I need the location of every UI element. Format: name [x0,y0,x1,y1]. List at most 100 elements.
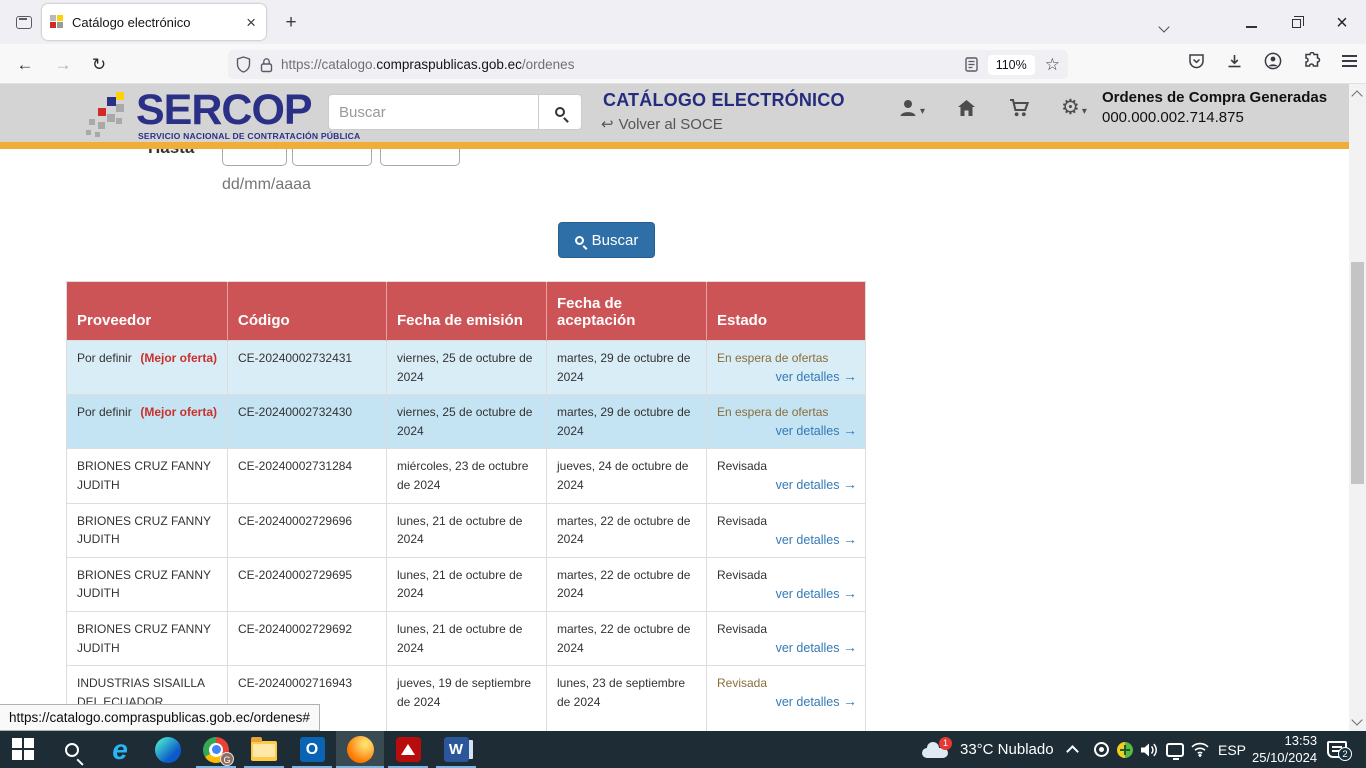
scroll-up-arrow[interactable] [1351,90,1362,101]
browser-toolbar: ← → ↻ https://catalogo.compraspublicas.g… [0,44,1366,84]
scroll-down-arrow[interactable] [1351,714,1362,725]
catalog-search-input[interactable] [328,94,538,130]
url-bar[interactable]: https://catalogo.compraspublicas.gob.ec/… [228,50,1068,79]
page-content: Hasta dd/mm/aaaa Buscar Proveedor Código… [0,84,1349,768]
ver-detalles-link[interactable]: ver detalles → [776,420,857,442]
browser-tab[interactable]: Catálogo electrónico × [42,4,266,40]
ver-detalles-link[interactable]: ver detalles → [776,583,857,605]
col-proveedor: Proveedor [67,282,228,341]
tab-list-chevron-icon[interactable] [1160,18,1172,30]
bookmark-star-icon[interactable]: ☆ [1045,55,1060,75]
arrow-right-icon: → [843,368,857,384]
shield-icon[interactable] [236,56,251,73]
firefox-view-button[interactable] [8,7,40,37]
status-badge: En espera de ofertas [717,351,828,365]
pocket-icon[interactable] [1188,53,1205,70]
buscar-button[interactable]: Buscar [558,222,655,258]
minimize-button[interactable] [1236,12,1266,34]
arrow-right-icon: → [843,422,857,438]
order-code: CE-20240002729696 [228,503,387,557]
emission-date: lunes, 21 de octubre de 2024 [387,557,547,611]
volver-al-soce-link[interactable]: ↩Volver al SOCE [601,115,723,133]
provider-name: BRIONES CRUZ FANNY JUDITH [67,449,228,503]
taskbar-outlook-button[interactable]: O [288,731,336,768]
downloads-icon[interactable] [1226,53,1243,70]
notification-badge: 2 [1338,747,1352,761]
ver-detalles-link[interactable]: ver detalles → [776,691,857,713]
search-icon [65,743,79,757]
sercop-subtitle: SERVICIO NACIONAL DE CONTRATACIÓN PÚBLIC… [138,131,328,141]
reload-button[interactable]: ↻ [86,52,112,78]
emission-date: lunes, 21 de octubre de 2024 [387,611,547,665]
extensions-puzzle-icon[interactable] [1303,52,1321,70]
vertical-scrollbar[interactable] [1349,84,1366,768]
tray-display-button[interactable] [1166,731,1184,768]
forward-button[interactable]: → [50,52,76,78]
arrow-right-icon: → [843,585,857,601]
tray-record-button[interactable] [1094,731,1109,768]
sercop-wordmark[interactable]: SERCOP [136,86,312,135]
tray-app-button[interactable] [1117,731,1133,768]
ver-detalles-link[interactable]: ver detalles → [776,474,857,496]
account-icon[interactable] [1264,52,1282,70]
taskbar-word-button[interactable]: W [432,731,480,768]
orders-generated-value: 000.000.002.714.875 [1102,109,1327,126]
emission-date: miércoles, 23 de octubre de 2024 [387,449,547,503]
taskbar-ie-button[interactable]: e [96,731,144,768]
scrollbar-thumb[interactable] [1351,262,1364,484]
zoom-level-button[interactable]: 110% [988,55,1035,75]
speaker-icon [1140,742,1159,758]
tab-title: Catálogo electrónico [72,15,244,30]
taskbar-firefox-button[interactable] [336,731,384,768]
menu-hamburger-icon[interactable] [1342,55,1357,67]
back-button[interactable]: ← [12,52,38,78]
taskbar-acrobat-button[interactable] [384,731,432,768]
taskbar-chrome-button[interactable]: G [192,731,240,768]
acrobat-icon [396,737,421,762]
tray-volume-button[interactable] [1140,731,1159,768]
new-tab-button[interactable]: + [278,10,304,36]
site-favicon-icon [50,15,64,29]
home-button[interactable] [956,98,977,118]
firefox-icon [347,736,374,763]
emission-date: viernes, 25 de octubre de 2024 [387,395,547,449]
sphere-icon [1117,742,1133,758]
taskbar-edge-button[interactable] [144,731,192,768]
monitor-icon [1166,743,1184,757]
window-close-button[interactable]: × [1327,12,1357,34]
tray-clock-button[interactable]: 13:5325/10/2024 [1252,731,1317,768]
weather-widget[interactable]: 1 33°C Nublado [922,731,1054,768]
table-header-row: Proveedor Código Fecha de emisión Fecha … [67,282,866,341]
order-code: CE-20240002732430 [228,395,387,449]
provider-name: BRIONES CRUZ FANNY JUDITH [67,557,228,611]
taskbar-search-button[interactable] [48,731,96,768]
return-icon: ↩ [601,115,614,133]
lock-icon[interactable] [260,57,273,73]
status-badge: Revisada [717,622,767,636]
status-badge: Revisada [717,568,767,582]
notification-center-button[interactable]: 2 [1327,731,1347,768]
restore-button[interactable] [1281,12,1311,34]
ver-detalles-link[interactable]: ver detalles → [776,637,857,659]
wifi-icon [1190,742,1210,757]
user-menu-button[interactable]: ▾ [898,98,925,118]
settings-menu-button[interactable]: ⚙▾ [1061,98,1087,118]
catalog-search-button[interactable] [538,94,582,130]
ver-detalles-link[interactable]: ver detalles → [776,366,857,388]
tray-overflow-button[interactable] [1068,731,1077,768]
taskbar-explorer-button[interactable] [240,731,288,768]
reader-mode-icon[interactable] [965,57,978,72]
cart-button[interactable] [1008,98,1030,118]
tab-close-icon[interactable]: × [244,14,258,31]
start-button[interactable] [0,731,48,768]
tray-language-button[interactable]: ESP [1218,731,1246,768]
order-code: CE-20240002729692 [228,611,387,665]
acceptance-date: martes, 29 de octubre de 2024 [547,395,707,449]
internet-explorer-icon: e [112,736,128,764]
tray-network-button[interactable] [1190,731,1210,768]
acceptance-date: martes, 22 de octubre de 2024 [547,557,707,611]
search-icon [575,236,584,245]
catalog-title: CATÁLOGO ELECTRÓNICO [603,90,845,111]
order-code: CE-20240002731284 [228,449,387,503]
ver-detalles-link[interactable]: ver detalles → [776,529,857,551]
